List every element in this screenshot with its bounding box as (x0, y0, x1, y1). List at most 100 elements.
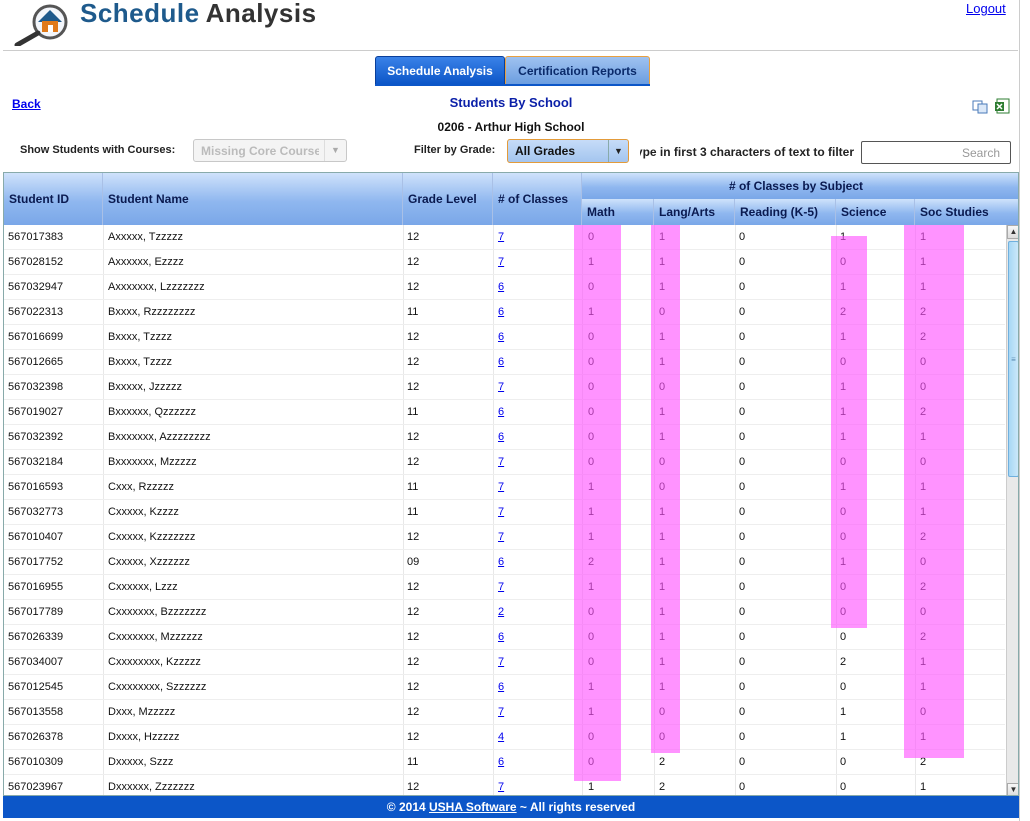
scroll-down-icon[interactable]: ▼ (1007, 783, 1018, 795)
cell-reading: 0 (739, 256, 746, 268)
cell-student-name: Bxxxx, Tzzzz (108, 356, 172, 368)
cell-grade-level: 12 (407, 331, 420, 343)
cell-lang-arts: 2 (659, 781, 666, 793)
cell-student-id: 567022313 (8, 306, 64, 318)
cell-student-id: 567026339 (8, 631, 64, 643)
cell-num-classes[interactable]: 6 (498, 306, 504, 318)
highlight-marker (831, 236, 867, 628)
cell-student-name: Dxxxx, Hzzzzz (108, 731, 180, 743)
courses-filter-select[interactable]: Missing Core Course ▼ (193, 139, 347, 162)
cell-num-classes[interactable]: 7 (498, 481, 504, 493)
table-row[interactable]: 567012545Cxxxxxxxx, Szzzzzz12611001 (4, 675, 1005, 700)
cell-student-name: Cxxxxx, Kzzzz (108, 506, 179, 518)
cell-student-id: 567017789 (8, 606, 64, 618)
footer-company-link[interactable]: USHA Software (429, 800, 517, 814)
cell-num-classes[interactable]: 6 (498, 556, 504, 568)
cell-num-classes[interactable]: 6 (498, 406, 504, 418)
cell-num-classes[interactable]: 6 (498, 756, 504, 768)
scrollbar-thumb[interactable]: ≡ (1008, 241, 1018, 477)
cell-num-classes[interactable]: 7 (498, 506, 504, 518)
cell-grade-level: 12 (407, 281, 420, 293)
tab-schedule-analysis[interactable]: Schedule Analysis (375, 56, 505, 85)
courses-filter-label: Show Students with Courses: (20, 144, 176, 156)
cell-science: 1 (840, 706, 847, 718)
grade-filter-select[interactable]: All Grades ▼ (507, 139, 629, 163)
cell-student-name: Cxxxxxxx, Mzzzzzz (108, 631, 203, 643)
highlight-marker (651, 225, 680, 753)
col-header-science[interactable]: Science (836, 199, 915, 225)
cell-student-id: 567013558 (8, 706, 64, 718)
footer: © 2014 USHA Software ~ All rights reserv… (3, 796, 1019, 818)
table-row[interactable]: 567034007Cxxxxxxxx, Kzzzzz12701021 (4, 650, 1005, 675)
cell-num-classes[interactable]: 6 (498, 331, 504, 343)
cell-grade-level: 12 (407, 256, 420, 268)
cell-reading: 0 (739, 681, 746, 693)
cell-num-classes[interactable]: 7 (498, 781, 504, 793)
app-title: Schedule Analysis (80, 0, 317, 29)
col-header-reading[interactable]: Reading (K-5) (735, 199, 836, 225)
cell-num-classes[interactable]: 4 (498, 731, 504, 743)
cell-num-classes[interactable]: 7 (498, 706, 504, 718)
cell-science: 0 (840, 781, 847, 793)
app-title-part2: Analysis (205, 0, 317, 28)
chevron-down-icon[interactable]: ▼ (324, 140, 346, 161)
vertical-scrollbar[interactable]: ▲ ≡ ▼ (1006, 225, 1018, 795)
header-divider (3, 50, 1018, 51)
cell-science: 0 (840, 631, 847, 643)
table-row[interactable]: 567026339Cxxxxxxx, Mzzzzzz12601002 (4, 625, 1005, 650)
col-header-soc-studies[interactable]: Soc Studies (915, 199, 1018, 225)
cell-student-name: Dxxx, Mzzzzz (108, 706, 176, 718)
copy-icon[interactable] (972, 100, 988, 114)
col-header-student-name[interactable]: Student Name (103, 173, 403, 225)
cell-student-name: Cxxxxxxx, Bzzzzzzz (108, 606, 207, 618)
cell-num-classes[interactable]: 7 (498, 581, 504, 593)
col-header-grade-level[interactable]: Grade Level (403, 173, 493, 225)
cell-num-classes[interactable]: 2 (498, 606, 504, 618)
school-name: 0206 - Arthur High School (437, 120, 585, 134)
cell-num-classes[interactable]: 7 (498, 531, 504, 543)
cell-num-classes[interactable]: 6 (498, 431, 504, 443)
students-grid: Student ID Student Name Grade Level # of… (3, 172, 1019, 796)
cell-student-id: 567016699 (8, 331, 64, 343)
cell-student-id: 567010309 (8, 756, 64, 768)
table-row[interactable]: 567023967 Dxxxxxx, Zzzzzzz 12 7 1 2 0 0 1 (4, 775, 1005, 795)
col-header-student-id[interactable]: Student ID (4, 173, 103, 225)
cell-reading: 0 (739, 456, 746, 468)
cell-reading: 0 (739, 706, 746, 718)
cell-num-classes[interactable]: 6 (498, 281, 504, 293)
col-header-by-subject: # of Classes by Subject (582, 173, 1018, 199)
cell-student-name: Cxxxxx, Kzzzzzzz (108, 531, 196, 543)
cell-num-classes[interactable]: 6 (498, 631, 504, 643)
scroll-up-icon[interactable]: ▲ (1007, 225, 1018, 239)
cell-science: 1 (840, 731, 847, 743)
cell-num-classes[interactable]: 7 (498, 231, 504, 243)
col-header-num-classes[interactable]: # of Classes (493, 173, 582, 225)
cell-grade-level: 12 (407, 581, 420, 593)
cell-num-classes[interactable]: 7 (498, 656, 504, 668)
cell-reading: 0 (739, 631, 746, 643)
col-header-label: # of Classes (498, 192, 569, 206)
chevron-down-icon[interactable]: ▼ (608, 140, 628, 162)
col-header-lang-arts[interactable]: Lang/Arts (654, 199, 735, 225)
cell-student-name: Axxxxxx, Ezzzz (108, 256, 184, 268)
cell-student-id: 567032392 (8, 431, 64, 443)
table-row[interactable]: 567026378Dxxxx, Hzzzzz12400011 (4, 725, 1005, 750)
cell-student-name: Cxxx, Rzzzzz (108, 481, 174, 493)
cell-reading: 0 (739, 231, 746, 243)
cell-grade-level: 12 (407, 456, 420, 468)
tab-certification-reports[interactable]: Certification Reports (505, 56, 650, 85)
col-header-math[interactable]: Math (582, 199, 654, 225)
excel-export-icon[interactable] (994, 98, 1010, 114)
cell-num-classes[interactable]: 7 (498, 256, 504, 268)
table-row[interactable]: 567010309Dxxxxx, Szzz11602002 (4, 750, 1005, 775)
cell-lang-arts: 2 (659, 756, 666, 768)
cell-grade-level: 11 (407, 481, 419, 493)
cell-num-classes[interactable]: 7 (498, 456, 504, 468)
cell-num-classes[interactable]: 6 (498, 681, 504, 693)
search-input[interactable] (861, 141, 1011, 164)
table-row[interactable]: 567013558Dxxx, Mzzzzz12710010 (4, 700, 1005, 725)
logout-link[interactable]: Logout (966, 1, 1006, 16)
cell-num-classes[interactable]: 7 (498, 381, 504, 393)
cell-student-id: 567010407 (8, 531, 64, 543)
cell-num-classes[interactable]: 6 (498, 356, 504, 368)
